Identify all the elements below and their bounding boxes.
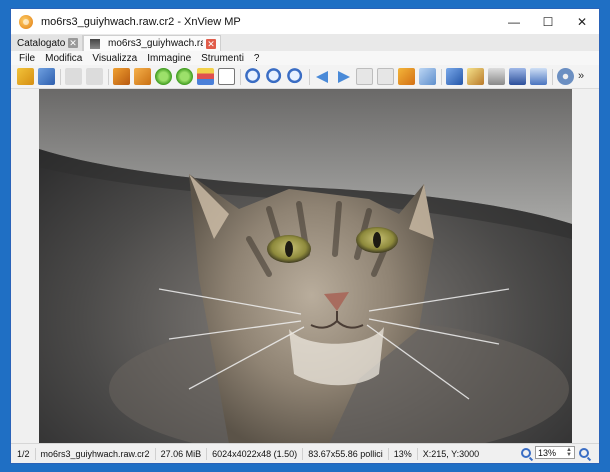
redo-icon[interactable]	[86, 68, 103, 85]
tab-label: mo6rs3_guiyhwach.raw....	[108, 38, 203, 49]
menu-help[interactable]: ?	[249, 53, 265, 64]
toolbar-separator	[240, 68, 241, 85]
adjust-colors-icon[interactable]	[197, 68, 214, 85]
more-tools-icon[interactable]: »	[578, 68, 586, 85]
status-cursor: X:215, Y:3000	[422, 448, 480, 459]
menu-strumenti[interactable]: Strumenti	[196, 53, 249, 64]
open-folder-icon[interactable]	[419, 68, 436, 85]
levels-icon[interactable]	[218, 68, 235, 85]
menu-modifica[interactable]: Modifica	[40, 53, 87, 64]
menu-bar: File Modifica Visualizza Immagine Strume…	[11, 51, 599, 65]
minimize-button[interactable]: —	[497, 9, 531, 34]
tab-image-file[interactable]: mo6rs3_guiyhwach.raw.... ✕	[83, 35, 221, 51]
rotate-left-icon[interactable]	[155, 68, 172, 85]
toolbar-separator	[60, 68, 61, 85]
zoom-fit-icon[interactable]	[266, 68, 283, 85]
zoom-value: 13%	[538, 447, 557, 458]
resize-icon[interactable]	[134, 68, 151, 85]
app-window: mo6rs3_guiyhwach.raw.cr2 - XnView MP — ☐…	[10, 8, 600, 464]
crop-icon[interactable]	[113, 68, 130, 85]
status-filesize: 27.06 MiB	[156, 447, 208, 460]
status-print-size: 83.67x55.86 pollici	[303, 447, 389, 460]
window-title: mo6rs3_guiyhwach.raw.cr2 - XnView MP	[41, 15, 241, 28]
slideshow-icon[interactable]	[398, 68, 415, 85]
title-bar: mo6rs3_guiyhwach.raw.cr2 - XnView MP — ☐…	[11, 9, 599, 34]
toolbar-separator	[441, 68, 442, 85]
tab-close-icon[interactable]: ✕	[68, 38, 78, 48]
zoom-input[interactable]: 13% ▲ ▼	[535, 446, 575, 459]
status-index: 1/2	[11, 447, 36, 460]
status-zoom: 13%	[389, 447, 418, 460]
status-bar: 1/2 mo6rs3_guiyhwach.raw.cr2 27.06 MiB 6…	[11, 443, 599, 463]
toolbar-separator	[552, 68, 553, 85]
zoom-spinner-icon[interactable]: ▲ ▼	[566, 447, 572, 458]
menu-file[interactable]: File	[11, 53, 40, 64]
scan-icon[interactable]	[509, 68, 526, 85]
next-icon[interactable]	[335, 68, 352, 85]
zoom-in-icon[interactable]	[521, 447, 531, 458]
edit-icon[interactable]	[467, 68, 484, 85]
cat-photo	[39, 89, 572, 444]
status-dimensions: 6024x4022x48 (1.50)	[207, 447, 304, 460]
save-icon[interactable]	[38, 68, 55, 85]
print-icon[interactable]	[488, 68, 505, 85]
zoom-in-icon[interactable]	[245, 68, 262, 85]
previous-icon[interactable]	[314, 68, 331, 85]
fullscreen-icon[interactable]	[446, 68, 463, 85]
undo-icon[interactable]	[65, 68, 82, 85]
status-filename: mo6rs3_guiyhwach.raw.cr2	[36, 447, 156, 460]
toolbar-separator	[108, 68, 109, 85]
open-browser-icon[interactable]	[17, 68, 34, 85]
first-icon[interactable]	[356, 68, 373, 85]
tab-label: Catalogatore	[17, 37, 65, 49]
image-thumbnail-icon	[90, 38, 100, 49]
xnview-app-icon	[19, 14, 33, 29]
window-icon[interactable]	[530, 68, 547, 85]
settings-gear-icon[interactable]	[557, 68, 574, 85]
zoom-controls: 13% ▲ ▼	[517, 446, 593, 459]
maximize-button[interactable]: ☐	[531, 9, 565, 34]
menu-immagine[interactable]: Immagine	[142, 53, 196, 64]
toolbar: »	[11, 65, 599, 89]
rotate-right-icon[interactable]	[176, 68, 193, 85]
tab-bar: Catalogatore ✕ mo6rs3_guiyhwach.raw.... …	[11, 34, 599, 51]
zoom-out-icon[interactable]	[579, 447, 589, 458]
close-button[interactable]: ✕	[565, 9, 599, 34]
window-controls: — ☐ ✕	[497, 9, 599, 34]
toolbar-separator	[309, 68, 310, 85]
menu-visualizza[interactable]: Visualizza	[87, 53, 142, 64]
tab-close-icon[interactable]: ✕	[206, 38, 216, 49]
image-viewer[interactable]	[39, 89, 572, 444]
tab-catalogatore[interactable]: Catalogatore ✕	[11, 35, 83, 51]
last-icon[interactable]	[377, 68, 394, 85]
zoom-out-icon[interactable]	[287, 68, 304, 85]
